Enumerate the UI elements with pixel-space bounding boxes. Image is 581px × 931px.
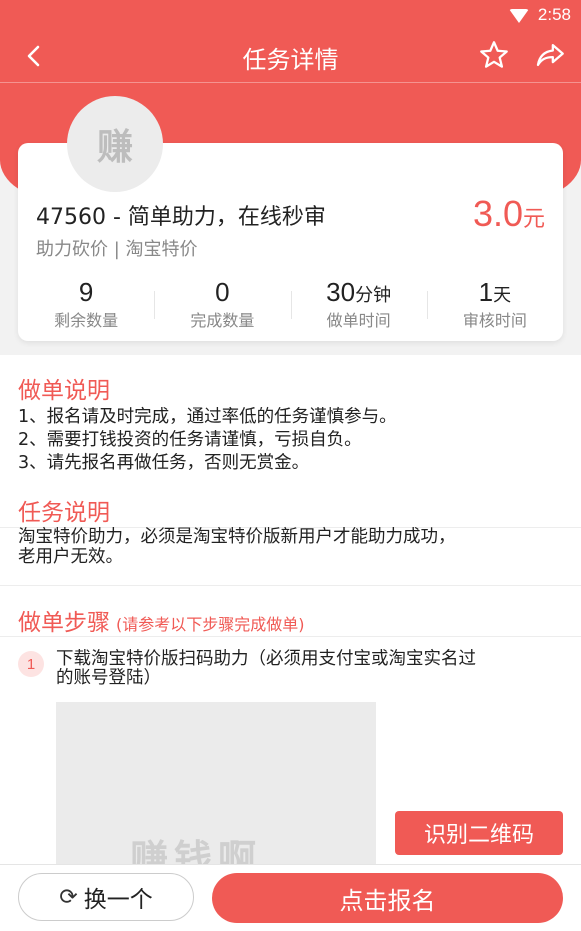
task-desc-line: 淘宝特价助力，必须是淘宝特价版新用户才能助力成功， [18,527,456,547]
step-number: 1 [18,651,44,677]
stat-value: 0 [215,277,230,307]
share-button[interactable] [533,38,567,72]
task-desc-title: 任务说明 [18,500,110,526]
avatar: 赚 [67,96,163,192]
stat-work-time: 30分钟 做单时间 [290,277,427,333]
nav-bar: 任务详情 [0,30,581,82]
steps-title-text: 做单步骤 [18,610,110,636]
stat-label: 审核时间 [462,311,527,330]
image-watermark: 赚钱啊 [130,837,263,865]
section-divider [0,585,581,586]
status-time: 2:58 [537,5,571,24]
stat-value: 1 [478,277,494,307]
task-title: 47560 - 简单助力，在线秒审 [36,205,326,230]
share-icon [536,43,564,67]
price-value: 3.0 [472,193,523,234]
step-text-line: 的账号登陆） [56,668,161,688]
stat-unit: 分钟 [355,285,392,306]
bottom-action-bar: ⟳ 换一个 点击报名 [0,864,581,931]
swap-task-button[interactable]: ⟳ 换一个 [18,873,194,921]
nav-divider [0,82,581,83]
status-bar: 2:58 [0,0,581,30]
step-text: 下载淘宝特价版扫码助力（必须用支付宝或淘宝实名过 的账号登陆） [56,650,566,688]
stat-label: 剩余数量 [54,311,119,330]
steps-title: 做单步骤 (请参考以下步骤完成做单) [18,603,305,637]
stat-value: 9 [78,277,94,307]
stat-value: 30 [326,277,356,307]
stat-remaining: 9 剩余数量 [18,277,154,333]
step-text-line: 下载淘宝特价版扫码助力（必须用支付宝或淘宝实名过 [56,649,476,669]
swap-label: 换一个 [83,887,153,913]
star-icon [480,41,508,68]
instructions-line: 2、需要打钱投资的任务请谨慎，亏损自负。 [18,430,362,450]
steps-hint: (请参考以下步骤完成做单) [116,615,305,634]
task-price: 3.0元 [473,193,545,235]
stat-label: 做单时间 [326,311,391,330]
refresh-icon: ⟳ [59,884,78,910]
favorite-button[interactable] [477,38,511,72]
wifi-icon [509,9,529,23]
signup-button[interactable]: 点击报名 [212,873,563,923]
task-tags: 助力砍价 | 淘宝特价 [36,239,198,260]
task-stats: 9 剩余数量 0 完成数量 30分钟 做单时间 1天 审核时间 [18,277,563,333]
step-image[interactable]: 赚钱啊 [56,702,376,865]
task-desc-line: 老用户无效。 [18,547,123,567]
stat-label: 完成数量 [190,311,255,330]
instructions-title: 做单说明 [18,378,110,404]
stat-review-time: 1天 审核时间 [426,277,563,333]
price-unit: 元 [522,206,545,231]
instructions-line: 3、请先报名再做任务，否则无赏金。 [18,453,310,473]
stat-unit: 天 [493,285,512,306]
task-content: 做单说明 1、报名请及时完成，通过率低的任务谨慎参与。 2、需要打钱投资的任务请… [0,355,581,865]
instructions-line: 1、报名请及时完成，通过率低的任务谨慎参与。 [18,407,397,427]
stat-completed: 0 完成数量 [154,277,290,333]
section-divider [0,636,581,637]
recognize-qr-button[interactable]: 识别二维码 [395,811,563,855]
